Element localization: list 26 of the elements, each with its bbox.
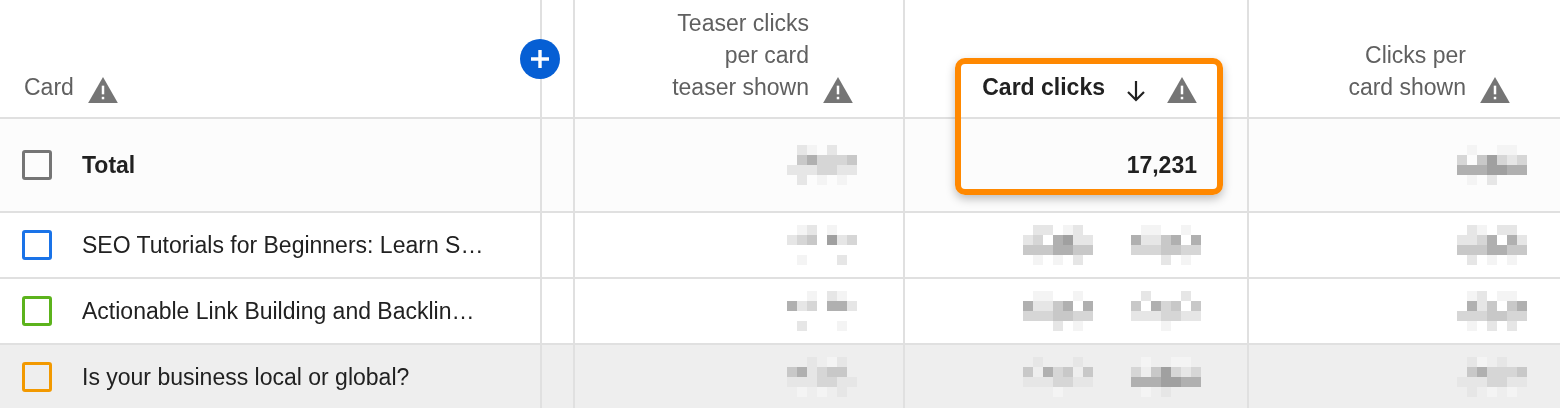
card-title: Is your business local or global?	[82, 363, 410, 391]
column-header[interactable]: Clicks per card shown	[1348, 39, 1466, 103]
blurred-value-drawing	[1131, 291, 1203, 331]
plus-icon	[529, 48, 551, 70]
checkbox[interactable]	[22, 362, 52, 392]
card-clicks-value: 17,231	[1126, 151, 1198, 179]
blurred-value-drawing	[787, 357, 859, 397]
blurred-value-drawing	[787, 225, 859, 265]
card-title: SEO Tutorials for Beginners: Learn S…	[82, 231, 484, 259]
down-arrow-icon[interactable]	[1125, 79, 1147, 103]
card-title: Total	[82, 151, 136, 179]
column-header[interactable]: Card clicks	[982, 71, 1105, 103]
checkbox[interactable]	[22, 150, 52, 180]
column-header[interactable]: Teaser clicks per card teaser shown	[672, 7, 809, 103]
blurred-value-drawing	[1023, 291, 1095, 331]
blurred-value-drawing	[787, 145, 859, 185]
blurred-value-drawing	[1131, 357, 1203, 397]
checkbox[interactable]	[22, 230, 52, 260]
blurred-value-drawing	[1131, 225, 1203, 265]
blurred-value-drawing	[1023, 357, 1095, 397]
blurred-value-drawing	[787, 291, 859, 331]
add-column-button[interactable]	[520, 39, 560, 79]
checkbox[interactable]	[22, 296, 52, 326]
column-header[interactable]: Card	[24, 71, 74, 103]
card-title: Actionable Link Building and Backlin…	[82, 297, 475, 325]
blurred-value-drawing	[1023, 225, 1095, 265]
